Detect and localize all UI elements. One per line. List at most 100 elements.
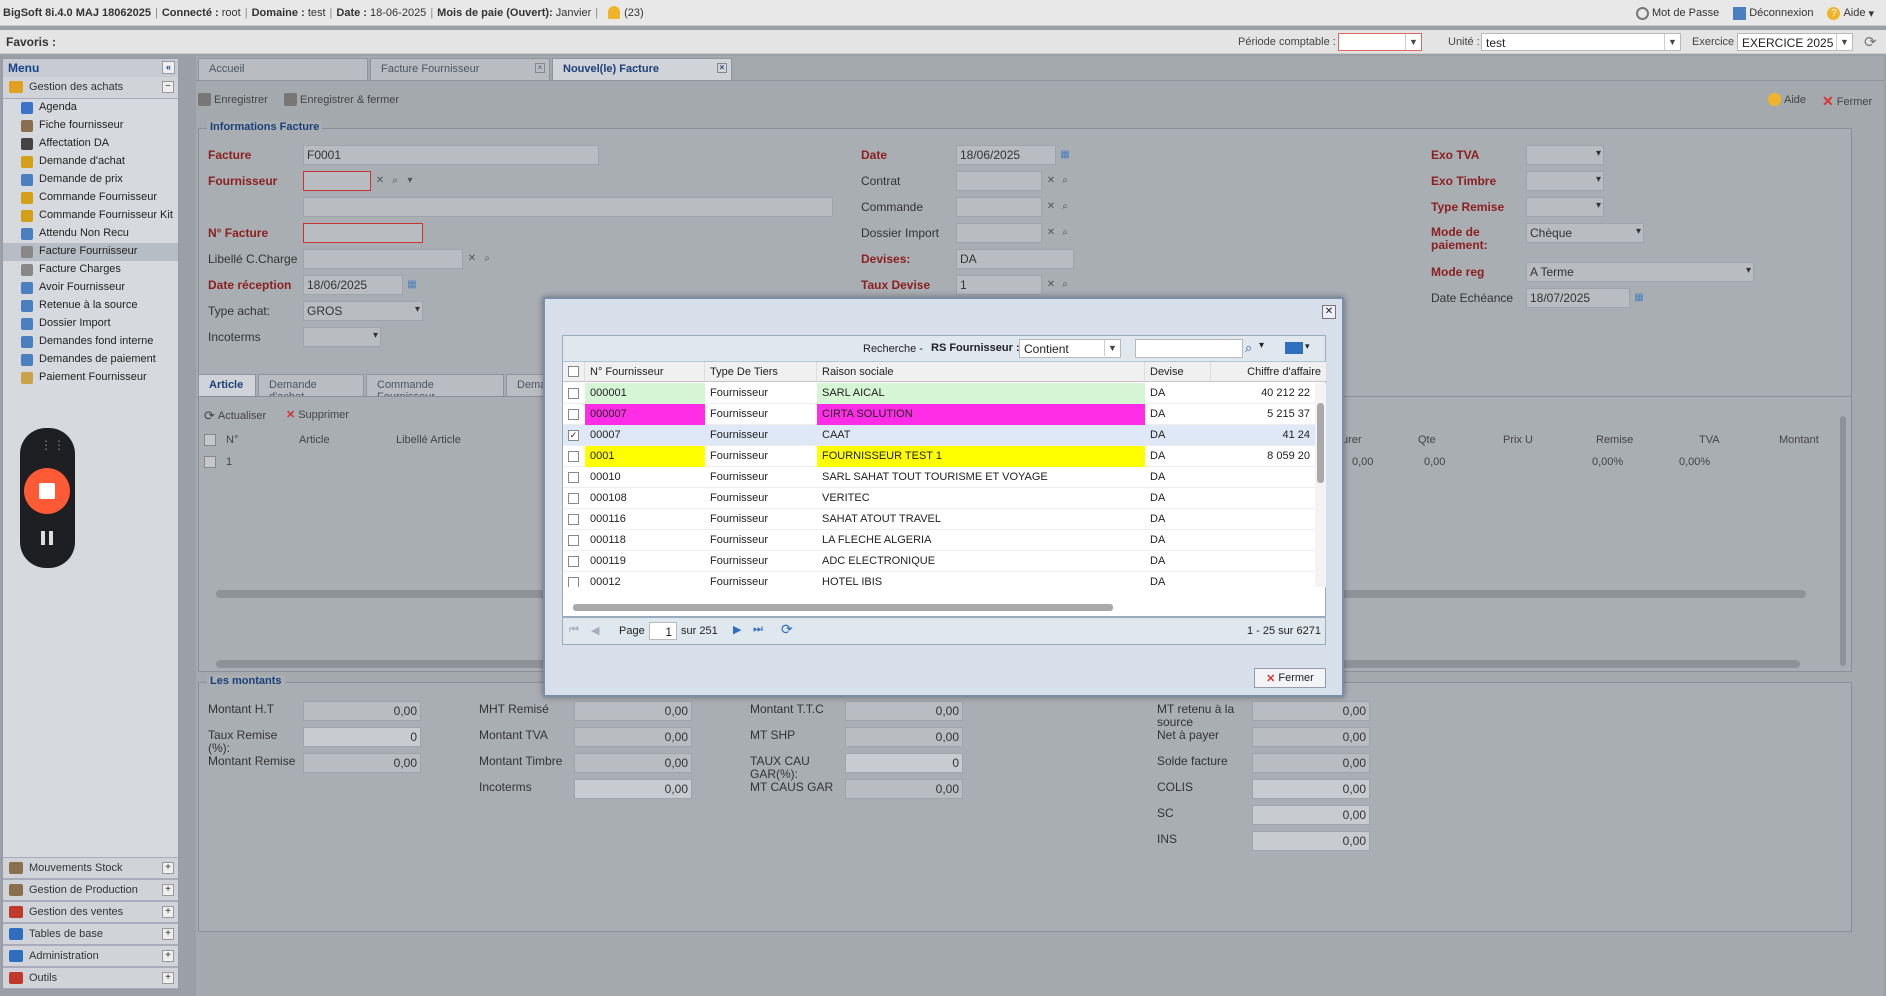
supplier-row[interactable]: ✓ 00007 Fournisseur CAAT DA 41 24	[563, 425, 1315, 446]
plus-icon[interactable]: +	[162, 906, 174, 918]
facture-input[interactable]: F0001	[303, 145, 599, 165]
sidebar-item[interactable]: Demande de prix	[3, 171, 178, 189]
amount-field[interactable]: 0	[845, 753, 963, 773]
amount-field[interactable]: 0	[303, 727, 421, 747]
calendar-icon[interactable]: ▦	[1632, 291, 1646, 305]
col-header-num[interactable]: N° Fournisseur	[585, 362, 705, 382]
row-checkbox[interactable]	[568, 577, 579, 587]
amount-field[interactable]: 0,00	[574, 779, 692, 799]
clear-icon[interactable]: ✕	[1044, 174, 1058, 188]
sidebar-item[interactable]: Demandes fond interne	[3, 333, 178, 351]
supplier-row[interactable]: 00012 Fournisseur HOTEL IBIS DA	[563, 572, 1315, 587]
row-checkbox[interactable]	[568, 535, 579, 546]
close-icon[interactable]: ×	[717, 63, 727, 73]
sidebar-item[interactable]: Demande d'achat	[3, 153, 178, 171]
sidebar-item[interactable]: Attendu Non Recu	[3, 225, 178, 243]
collapse-icon[interactable]: «	[162, 61, 175, 74]
clear-icon[interactable]: ✕	[1044, 278, 1058, 292]
supplier-row[interactable]: 000001 Fournisseur SARL AICAL DA 40 212 22	[563, 383, 1315, 404]
dossier-import-input[interactable]	[956, 223, 1042, 243]
contrat-input[interactable]	[956, 171, 1042, 191]
exo-tva-select[interactable]: ▾	[1526, 145, 1604, 165]
clear-icon[interactable]: ✕	[1044, 200, 1058, 214]
clear-icon[interactable]: ✕	[465, 252, 479, 266]
sidebar-group[interactable]: Gestion des ventes +	[3, 901, 178, 923]
sidebar-group[interactable]: Outils +	[3, 967, 178, 989]
chevron-down-icon[interactable]: ▼	[1104, 340, 1120, 356]
save-button[interactable]: Enregistrer	[198, 93, 268, 106]
incoterms-select[interactable]: ▾	[303, 327, 381, 347]
close-icon[interactable]: ✕	[1322, 305, 1336, 319]
search-icon[interactable]: ⌕	[1058, 226, 1072, 240]
sidebar-group[interactable]: Mouvements Stock +	[3, 857, 178, 879]
chevron-down-icon[interactable]: ▾	[1259, 340, 1264, 351]
search-icon[interactable]: ⌕	[1058, 278, 1072, 292]
unit-select[interactable]: test ▼	[1481, 33, 1681, 51]
refresh-icon[interactable]: ⟳	[781, 621, 793, 638]
col-header-devise[interactable]: Devise	[1145, 362, 1211, 382]
supplier-row[interactable]: 00010 Fournisseur SARL SAHAT TOUT TOURISME…	[563, 467, 1315, 488]
fournisseur-input[interactable]	[303, 171, 371, 191]
tab-facture-fournisseur[interactable]: Facture Fournisseur ×	[370, 58, 550, 80]
search-icon[interactable]: ⌕	[480, 252, 494, 266]
sidebar-item[interactable]: Facture Charges	[3, 261, 178, 279]
columns-icon[interactable]	[1285, 342, 1303, 354]
chevron-down-icon[interactable]: ▼	[1405, 34, 1421, 50]
col-header-raison-sociale[interactable]: Raison sociale	[817, 362, 1145, 382]
tab-accueil[interactable]: Accueil	[198, 58, 368, 80]
period-select[interactable]: ▼	[1338, 33, 1422, 51]
calendar-icon[interactable]: ▦	[1058, 148, 1072, 162]
taux-devise-input[interactable]: 1	[956, 275, 1042, 295]
sidebar-item[interactable]: Avoir Fournisseur	[3, 279, 178, 297]
n-facture-input[interactable]	[303, 223, 423, 243]
exo-timbre-select[interactable]: ▾	[1526, 171, 1604, 191]
type-remise-select[interactable]: ▾	[1526, 197, 1604, 217]
chevron-down-icon[interactable]: ▾	[403, 174, 417, 188]
page-input[interactable]: 1	[649, 622, 677, 640]
sidebar-item[interactable]: Affectation DA	[3, 135, 178, 153]
refresh-icon[interactable]: ⟳	[1864, 33, 1877, 51]
sidebar-item[interactable]: Demandes de paiement	[3, 351, 178, 369]
sidebar-item[interactable]: Agenda	[3, 99, 178, 117]
supplier-row[interactable]: 000116 Fournisseur SAHAT ATOUT TRAVEL DA	[563, 509, 1315, 530]
row-checkbox[interactable]	[568, 388, 579, 399]
sidebar-group-achats[interactable]: Gestion des achats −	[3, 77, 178, 99]
amount-field[interactable]: 0,00	[1252, 831, 1370, 851]
prev-page-icon[interactable]: ◀	[591, 624, 599, 637]
supplier-row[interactable]: 000108 Fournisseur VERITEC DA	[563, 488, 1315, 509]
plus-icon[interactable]: +	[162, 928, 174, 940]
row-checkbox[interactable]	[568, 556, 579, 567]
horizontal-scrollbar[interactable]	[573, 604, 1113, 611]
close-button[interactable]: ✕ Fermer	[1822, 93, 1872, 110]
supplier-row[interactable]: 000118 Fournisseur LA FLECHE ALGERIA DA	[563, 530, 1315, 551]
vertical-scrollbar[interactable]	[1840, 416, 1846, 666]
subtab-commande-fournisseur[interactable]: Commande Fournisseur	[366, 374, 504, 403]
last-page-icon[interactable]: ⏭	[753, 623, 763, 636]
chevron-down-icon[interactable]: ▾	[1596, 174, 1601, 185]
chevron-down-icon[interactable]: ▾	[373, 330, 378, 341]
caret-down-icon[interactable]: ▾	[1305, 341, 1310, 352]
sidebar-item[interactable]: Commande Fournisseur	[3, 189, 178, 207]
dialog-close-button[interactable]: ✕ Fermer	[1254, 668, 1326, 688]
supplier-row[interactable]: 000007 Fournisseur CIRTA SOLUTION DA 5 215 3…	[563, 404, 1315, 425]
supplier-row[interactable]: 0001 Fournisseur FOURNISSEUR TEST 1 DA 8 059…	[563, 446, 1315, 467]
save-close-button[interactable]: Enregistrer & fermer	[284, 93, 399, 106]
plus-icon[interactable]: +	[162, 884, 174, 896]
chevron-down-icon[interactable]: ▼	[1664, 34, 1680, 50]
col-header-type[interactable]: Type De Tiers	[705, 362, 817, 382]
select-all-checkbox[interactable]	[568, 366, 579, 377]
commande-input[interactable]	[956, 197, 1042, 217]
devises-input[interactable]: DA	[956, 249, 1074, 269]
chevron-down-icon[interactable]: ▾	[1596, 200, 1601, 211]
calendar-icon[interactable]: ▦	[405, 278, 419, 292]
sidebar-item[interactable]: Fiche fournisseur	[3, 117, 178, 135]
pause-icon[interactable]	[41, 531, 45, 545]
stop-recording-button[interactable]	[24, 468, 70, 514]
sidebar-item[interactable]: Retenue à la source	[3, 297, 178, 315]
search-input[interactable]	[1135, 339, 1243, 358]
next-page-icon[interactable]: ▶	[733, 623, 741, 636]
sidebar-group[interactable]: Administration +	[3, 945, 178, 967]
close-icon[interactable]: ×	[535, 63, 545, 73]
row-checkbox[interactable]	[568, 493, 579, 504]
sidebar-group[interactable]: Tables de base +	[3, 923, 178, 945]
